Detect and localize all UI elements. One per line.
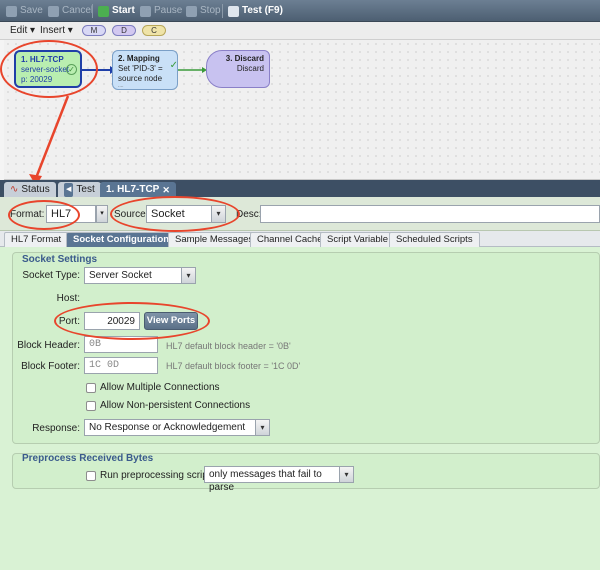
check-icon: ✓ bbox=[169, 60, 178, 71]
red-arrow-to-status bbox=[34, 95, 70, 179]
host-label: Host: bbox=[56, 293, 80, 304]
close-icon[interactable]: ✕ bbox=[162, 183, 170, 197]
node-discard[interactable]: 3. Discard Discard bbox=[206, 50, 270, 88]
chevron-down-icon: ▾ bbox=[100, 210, 104, 217]
tab-test[interactable]: ◀ Test bbox=[58, 182, 101, 197]
block-footer-hint: HL7 default block footer = '1C 0D' bbox=[166, 361, 301, 371]
desc-input[interactable] bbox=[260, 205, 600, 223]
chevron-down-icon: ▾ bbox=[339, 467, 353, 482]
response-select[interactable]: No Response or Acknowledgement ▾ bbox=[84, 419, 270, 436]
socket-settings-title: Socket Settings bbox=[22, 254, 98, 265]
chevron-down-icon: ▾ bbox=[255, 420, 269, 435]
config-tabs: HL7 Format Socket Configuration Sample M… bbox=[0, 231, 600, 247]
node-mapping[interactable]: 2. Mapping Set 'PID-3' = source node ...… bbox=[112, 50, 178, 90]
allow-multiple-label: Allow Multiple Connections bbox=[100, 382, 220, 393]
socket-type-label: Socket Type: bbox=[22, 270, 80, 281]
tab-hl7-tcp[interactable]: 1. HL7-TCP ✕ bbox=[100, 182, 176, 197]
allow-nonpersistent-checkbox[interactable] bbox=[86, 401, 96, 411]
socket-type-select[interactable]: Server Socket ▾ bbox=[84, 267, 196, 284]
block-footer-input[interactable]: 1C 0D bbox=[84, 357, 158, 374]
block-header-hint: HL7 default block header = '0B' bbox=[166, 341, 291, 351]
chevron-down-icon: ▾ bbox=[181, 268, 195, 283]
highlight-oval-format bbox=[8, 200, 80, 230]
allow-nonpersistent-label: Allow Non-persistent Connections bbox=[100, 400, 251, 411]
highlight-oval-node bbox=[0, 40, 98, 98]
pulse-icon: ∿ bbox=[10, 183, 19, 195]
panel-tabbar: ∿ Status ◀ Test 1. HL7-TCP ✕ bbox=[0, 180, 600, 197]
run-preprocess-select[interactable]: only messages that fail to parse ▾ bbox=[204, 466, 354, 493]
block-header-label: Block Header: bbox=[17, 340, 80, 351]
test-icon: ◀ bbox=[64, 182, 74, 197]
tab-status[interactable]: ∿ Status bbox=[4, 182, 56, 197]
tab-channel-cache[interactable]: Channel Cache bbox=[250, 232, 330, 247]
tab-script-variable[interactable]: Script Variable bbox=[320, 232, 396, 247]
allow-multiple-checkbox[interactable] bbox=[86, 383, 96, 393]
format-dropdown-button[interactable]: ▾ bbox=[96, 205, 108, 223]
tab-hl7-format[interactable]: HL7 Format bbox=[4, 232, 69, 247]
tab-scheduled-scripts[interactable]: Scheduled Scripts bbox=[389, 232, 480, 247]
preprocess-title: Preprocess Received Bytes bbox=[22, 453, 154, 464]
tab-socket-configuration[interactable]: Socket Configuration bbox=[66, 232, 177, 247]
block-footer-label: Block Footer: bbox=[21, 361, 80, 372]
highlight-oval-source bbox=[110, 196, 240, 232]
tab-sample-messages[interactable]: Sample Messages bbox=[168, 232, 261, 247]
run-preprocess-checkbox[interactable] bbox=[86, 471, 96, 481]
response-label: Response: bbox=[32, 423, 80, 434]
highlight-oval-port bbox=[54, 302, 210, 340]
component-header: Format: HL7 ▾ Source: Socket ▾ Desc: bbox=[0, 197, 600, 231]
